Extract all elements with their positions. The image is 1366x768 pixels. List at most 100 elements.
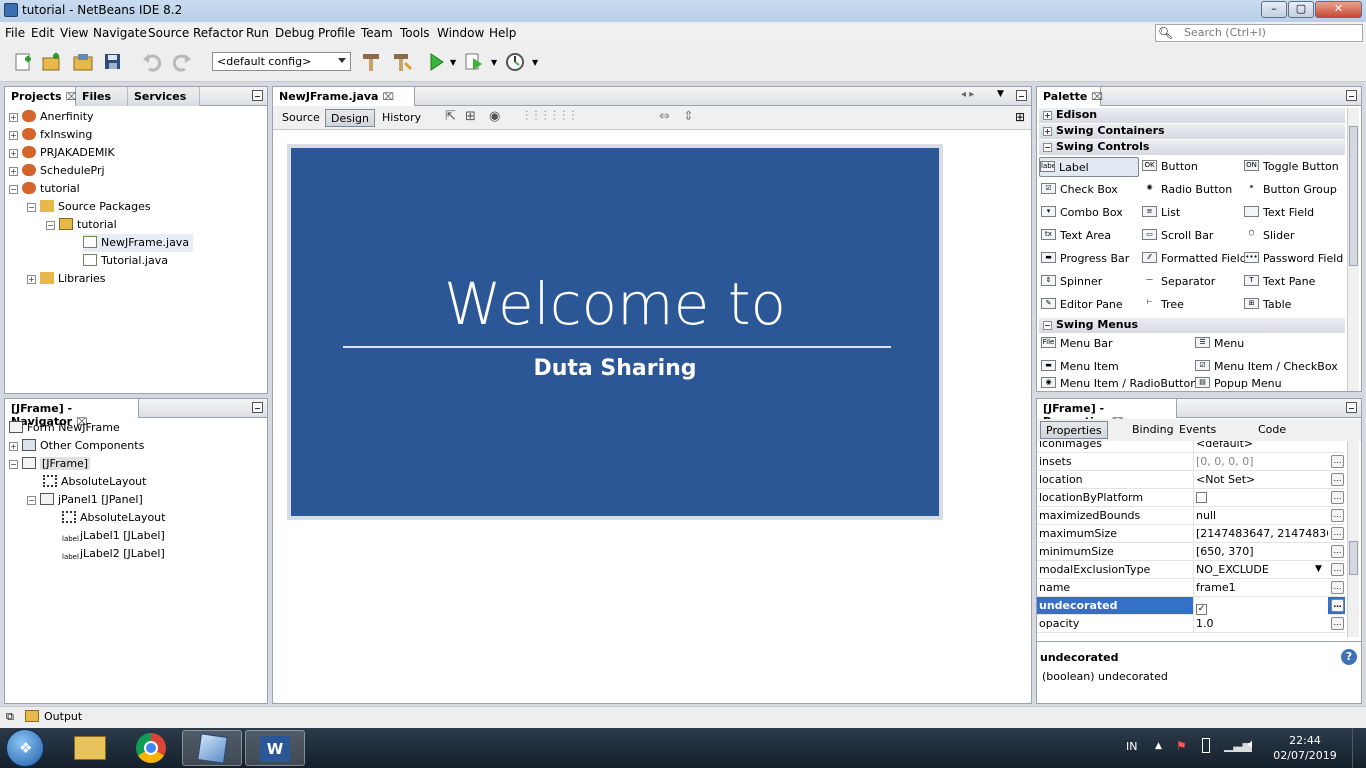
nav-item[interactable]: Form NewJFrame [9, 419, 120, 437]
nav-item[interactable]: − jPanel1 [JPanel] [27, 491, 143, 509]
nav-item[interactable]: labeljLabel2 [JLabel] [62, 545, 165, 563]
selection-mode-icon[interactable]: ⇱ [445, 109, 456, 124]
nav-item[interactable]: − [JFrame] [9, 455, 91, 473]
scroll-tabs-icon[interactable]: ◂ ▸ [961, 89, 974, 100]
palette-radio-button[interactable]: ◉ Radio Button [1142, 180, 1232, 200]
tree-item[interactable]: − tutorial [9, 180, 80, 198]
close-button[interactable]: ✕ [1315, 1, 1362, 18]
category-swing-containers[interactable]: + Swing Containers [1039, 124, 1345, 139]
palette-menu-item-radiobutton[interactable]: ◉ Menu Item / RadioButton [1041, 377, 1197, 391]
system-clock[interactable]: 22:44 02/07/2019 [1270, 733, 1340, 763]
tree-item-selected[interactable]: NewJFrame.java [83, 234, 194, 252]
debug-dropdown-icon[interactable]: ▼ [491, 58, 497, 67]
preview-design-icon[interactable]: ◉ [489, 109, 500, 124]
tab-code[interactable]: Code [1253, 421, 1291, 439]
action-center-icon[interactable]: ⚑ [1176, 739, 1187, 753]
minimize-panel-icon[interactable] [252, 90, 263, 101]
nav-item[interactable]: AbsoluteLayout [43, 473, 146, 491]
palette-menu-bar[interactable]: File Menu Bar [1041, 334, 1113, 354]
jlabel2-duta-sharing[interactable]: Duta Sharing [291, 356, 939, 381]
prop-row-name[interactable]: name frame1… [1037, 579, 1345, 597]
restore-window-icon[interactable]: ⧉ [6, 710, 14, 724]
palette-list[interactable]: ≡ List [1142, 203, 1180, 223]
palette-text-area[interactable]: tx Text Area [1041, 226, 1111, 246]
tree-item[interactable]: − tutorial [46, 216, 117, 234]
prop-row-insets[interactable]: insets [0, 0, 0, 0]… [1037, 453, 1345, 471]
nav-item[interactable]: AbsoluteLayout [62, 509, 165, 527]
tab-list-icon[interactable]: ▼ [997, 89, 1004, 99]
show-desktop-button[interactable] [1352, 728, 1366, 768]
tab-newjframe[interactable]: NewJFrame.java ⌧ [273, 87, 415, 106]
maximize-button[interactable]: ▢ [1288, 1, 1314, 18]
palette-menu[interactable]: ☰ Menu [1195, 334, 1244, 354]
tab-source[interactable]: Source [277, 109, 325, 127]
menu-edit[interactable]: Edit [31, 26, 54, 40]
resize-vertical-icon[interactable]: ⇕ [683, 109, 694, 124]
start-button[interactable]: ❖ [6, 729, 44, 767]
tree-item[interactable]: + fxInswing [9, 126, 92, 144]
palette-formatted-field[interactable]: ⁄⁄ Formatted Field [1142, 249, 1247, 269]
run-icon[interactable] [425, 51, 447, 73]
tree-item[interactable]: + Libraries [27, 270, 106, 288]
palette-spinner[interactable]: ⇕ Spinner [1041, 272, 1102, 292]
clean-build-icon[interactable] [391, 51, 413, 73]
tree-item[interactable]: − Source Packages [27, 198, 151, 216]
tab-projects[interactable]: Projects ⌧ [5, 87, 77, 106]
new-file-icon[interactable] [12, 51, 34, 73]
tree-item[interactable]: + Anerfinity [9, 108, 94, 126]
maximize-panel-icon[interactable] [1016, 90, 1027, 101]
palette-password-field[interactable]: ••• Password Field [1244, 249, 1343, 269]
palette-combo-box[interactable]: ▾ Combo Box [1041, 203, 1123, 223]
prop-row-maximizedbounds[interactable]: maximizedBounds null… [1037, 507, 1345, 525]
align-icons[interactable]: ⫶⫶⫶⫶⫶⫶ [525, 109, 581, 124]
prop-row-iconimages[interactable]: iconImages <default> [1037, 441, 1345, 453]
category-swing-controls[interactable]: − Swing Controls [1039, 140, 1345, 155]
prop-row-maximumsize[interactable]: maximumSize[2147483647, 2147483647]… [1037, 525, 1345, 543]
chevron-down-icon[interactable]: ▼ [1315, 561, 1322, 578]
prop-row-modalexclusiontype[interactable]: modalExclusionType NO_EXCLUDE ▼… [1037, 561, 1345, 579]
connection-mode-icon[interactable]: ⊞ [465, 109, 476, 124]
prop-row-location[interactable]: location <Not Set>… [1037, 471, 1345, 489]
tab-properties[interactable]: Properties [1040, 421, 1108, 439]
profile-dropdown-icon[interactable]: ▼ [532, 58, 538, 67]
tab-files[interactable]: Files [76, 87, 128, 106]
tab-properties-window[interactable]: [JFrame] - Properties⌧ [1037, 399, 1177, 428]
palette-button-group[interactable]: ⚭ Button Group [1244, 180, 1337, 200]
redo-icon[interactable] [171, 51, 193, 73]
prop-row-undecorated[interactable]: undecorated ✓… [1037, 597, 1345, 615]
palette-label[interactable]: labelLabel [1039, 157, 1139, 177]
minimize-panel-icon[interactable] [1346, 402, 1357, 413]
palette-table[interactable]: ⊞ Table [1244, 295, 1291, 315]
palette-button[interactable]: OK Button [1142, 157, 1198, 177]
explorer-app[interactable] [60, 730, 120, 766]
checkbox-checked[interactable]: ✓ [1196, 604, 1207, 615]
palette-popup-menu[interactable]: ▤ Popup Menu [1195, 377, 1282, 391]
nav-item[interactable]: labeljLabel1 [JLabel] [62, 527, 165, 545]
chrome-app[interactable] [121, 730, 181, 766]
prop-row-opacity[interactable]: opacity 1.0… [1037, 615, 1345, 633]
menu-file[interactable]: File [5, 26, 25, 40]
palette-scroll-bar[interactable]: ▭ Scroll Bar [1142, 226, 1213, 246]
palette-slider[interactable]: ⬡ Slider [1244, 226, 1294, 246]
help-icon[interactable]: ? [1341, 649, 1357, 665]
word-app[interactable]: W [245, 730, 305, 766]
category-swing-menus[interactable]: − Swing Menus [1039, 318, 1345, 333]
palette-text-pane[interactable]: T Text Pane [1244, 272, 1315, 292]
palette-tree[interactable]: ⊢ Tree [1142, 295, 1183, 315]
menu-help[interactable]: Help [489, 26, 516, 40]
resize-horizontal-icon[interactable]: ⇔ [659, 109, 670, 124]
menu-source[interactable]: Source [148, 26, 189, 40]
language-indicator[interactable]: IN [1126, 740, 1137, 753]
menu-refactor[interactable]: Refactor [193, 26, 243, 40]
volume-icon[interactable]: 🔈︎ [1248, 737, 1256, 752]
menu-tools[interactable]: Tools [400, 26, 430, 40]
checkbox-unchecked[interactable] [1196, 492, 1207, 503]
scrollbar-thumb[interactable] [1349, 126, 1358, 266]
debug-icon[interactable] [463, 51, 485, 73]
palette-menu-item[interactable]: ▬ Menu Item [1041, 357, 1119, 377]
menu-view[interactable]: View [60, 26, 88, 40]
tab-palette[interactable]: Palette ⌧ [1037, 87, 1103, 106]
palette-progress-bar[interactable]: ▬ Progress Bar [1041, 249, 1129, 269]
tree-item[interactable]: + SchedulePrj [9, 162, 105, 180]
menu-navigate[interactable]: Navigate [93, 26, 147, 40]
